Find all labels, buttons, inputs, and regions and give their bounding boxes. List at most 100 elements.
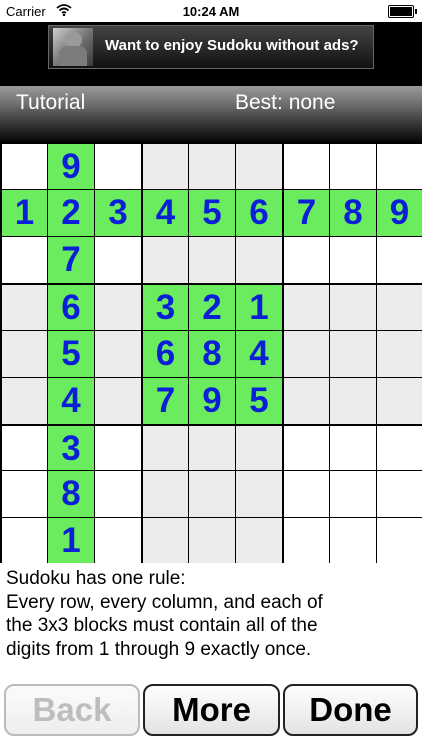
- sudoku-cell[interactable]: 4: [143, 190, 188, 236]
- sudoku-cell[interactable]: [189, 426, 235, 470]
- sudoku-cell[interactable]: [2, 471, 47, 517]
- done-button[interactable]: Done: [283, 684, 418, 736]
- sudoku-cell[interactable]: [330, 426, 376, 470]
- sudoku-cell[interactable]: 3: [143, 285, 188, 330]
- more-button[interactable]: More: [143, 684, 280, 736]
- sudoku-cell[interactable]: [236, 518, 282, 563]
- sudoku-cell[interactable]: [95, 285, 141, 330]
- ad-banner[interactable]: Want to enjoy Sudoku without ads?: [48, 25, 374, 69]
- sudoku-cell[interactable]: [143, 518, 188, 563]
- sudoku-cell[interactable]: [330, 378, 376, 424]
- sudoku-cell[interactable]: [2, 237, 47, 283]
- sudoku-cell[interactable]: 1: [2, 190, 47, 236]
- sudoku-cell[interactable]: [189, 518, 235, 563]
- clock-label: 10:24 AM: [182, 4, 240, 19]
- sudoku-cell[interactable]: [330, 471, 376, 517]
- sudoku-cell[interactable]: 1: [48, 518, 94, 563]
- rules-line: digits from 1 through 9 exactly once.: [6, 638, 312, 660]
- sudoku-cell[interactable]: [284, 331, 329, 377]
- sudoku-cell[interactable]: [95, 426, 141, 470]
- sudoku-cell[interactable]: 9: [189, 378, 235, 424]
- rules-text: Sudoku has one rule: Every row, every co…: [0, 563, 422, 680]
- sudoku-cell[interactable]: [189, 144, 235, 189]
- sudoku-cell[interactable]: 9: [48, 144, 94, 189]
- sudoku-cell[interactable]: [143, 237, 188, 283]
- sudoku-board: 91234567897632156844795381: [0, 142, 422, 563]
- sudoku-cell[interactable]: [143, 471, 188, 517]
- sudoku-cell[interactable]: [189, 237, 235, 283]
- sudoku-cell[interactable]: [284, 285, 329, 330]
- sudoku-cell[interactable]: [377, 237, 422, 283]
- sudoku-cell[interactable]: 7: [143, 378, 188, 424]
- mode-label: Tutorial: [16, 91, 86, 114]
- header-bar: Tutorial Best: none: [0, 86, 422, 142]
- rules-line: Sudoku has one rule:: [6, 568, 186, 589]
- sudoku-cell[interactable]: [377, 471, 422, 517]
- sudoku-cell[interactable]: [377, 285, 422, 330]
- sudoku-cell[interactable]: 2: [48, 190, 94, 236]
- rules-line: the 3x3 blocks must contain all of the: [6, 615, 318, 636]
- sudoku-cell[interactable]: 4: [236, 331, 282, 377]
- sudoku-cell[interactable]: [2, 378, 47, 424]
- sudoku-cell[interactable]: [377, 518, 422, 563]
- battery-icon: [388, 5, 417, 18]
- sudoku-cell[interactable]: 7: [284, 190, 329, 236]
- sudoku-cell[interactable]: 2: [189, 285, 235, 330]
- status-bar: Carrier 10:24 AM: [0, 0, 422, 22]
- thinker-statue-icon: [53, 28, 93, 66]
- sudoku-cell[interactable]: 3: [48, 426, 94, 470]
- sudoku-cell[interactable]: [284, 378, 329, 424]
- sudoku-cell[interactable]: [284, 426, 329, 470]
- sudoku-cell[interactable]: 8: [330, 190, 376, 236]
- sudoku-cell[interactable]: [284, 144, 329, 189]
- sudoku-cell[interactable]: [330, 285, 376, 330]
- sudoku-cell[interactable]: [143, 426, 188, 470]
- sudoku-cell[interactable]: 6: [48, 285, 94, 330]
- sudoku-cell[interactable]: [2, 285, 47, 330]
- rules-line: Every row, every column, and each of: [6, 591, 323, 613]
- sudoku-cell[interactable]: 8: [189, 331, 235, 377]
- sudoku-cell[interactable]: [2, 426, 47, 470]
- best-score-label: Best: none: [235, 91, 336, 114]
- button-bar: Back More Done: [0, 680, 422, 750]
- sudoku-cell[interactable]: 6: [143, 331, 188, 377]
- sudoku-cell[interactable]: [330, 518, 376, 563]
- sudoku-cell[interactable]: [95, 144, 141, 189]
- sudoku-cell[interactable]: [236, 144, 282, 189]
- sudoku-cell[interactable]: [330, 144, 376, 189]
- sudoku-cell[interactable]: [236, 426, 282, 470]
- sudoku-cell[interactable]: [95, 471, 141, 517]
- sudoku-cell[interactable]: [2, 331, 47, 377]
- sudoku-cell[interactable]: [377, 331, 422, 377]
- sudoku-cell[interactable]: 5: [189, 190, 235, 236]
- sudoku-cell[interactable]: [377, 426, 422, 470]
- sudoku-cell[interactable]: [284, 471, 329, 517]
- sudoku-cell[interactable]: 3: [95, 190, 141, 236]
- sudoku-cell[interactable]: [95, 518, 141, 563]
- sudoku-cell[interactable]: [2, 144, 47, 189]
- sudoku-cell[interactable]: [95, 331, 141, 377]
- sudoku-cell[interactable]: [330, 237, 376, 283]
- ad-text: Want to enjoy Sudoku without ads?: [105, 37, 359, 54]
- back-button[interactable]: Back: [4, 684, 140, 736]
- sudoku-cell[interactable]: [284, 237, 329, 283]
- sudoku-cell[interactable]: 7: [48, 237, 94, 283]
- sudoku-cell[interactable]: 8: [48, 471, 94, 517]
- sudoku-cell[interactable]: [143, 144, 188, 189]
- sudoku-cell[interactable]: 5: [48, 331, 94, 377]
- sudoku-cell[interactable]: [377, 378, 422, 424]
- sudoku-cell[interactable]: [189, 471, 235, 517]
- sudoku-cell[interactable]: [284, 518, 329, 563]
- sudoku-cell[interactable]: 9: [377, 190, 422, 236]
- sudoku-cell[interactable]: 5: [236, 378, 282, 424]
- sudoku-cell[interactable]: [377, 144, 422, 189]
- sudoku-cell[interactable]: [95, 237, 141, 283]
- sudoku-cell[interactable]: 4: [48, 378, 94, 424]
- sudoku-cell[interactable]: [236, 237, 282, 283]
- sudoku-cell[interactable]: 6: [236, 190, 282, 236]
- sudoku-cell[interactable]: [95, 378, 141, 424]
- sudoku-cell[interactable]: [2, 518, 47, 563]
- sudoku-cell[interactable]: [330, 331, 376, 377]
- sudoku-cell[interactable]: 1: [236, 285, 282, 330]
- sudoku-cell[interactable]: [236, 471, 282, 517]
